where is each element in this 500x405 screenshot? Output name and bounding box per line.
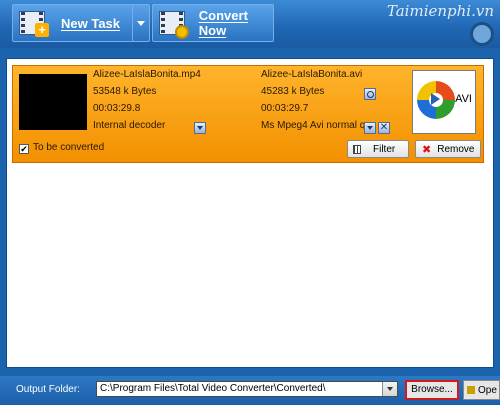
new-task-label: New Task (61, 15, 121, 31)
output-folder-field[interactable]: C:\Program Files\Total Video Converter\C… (96, 381, 398, 397)
task-list-panel: Alizee-LaIslaBonita.mp4 53548 k Bytes 00… (6, 58, 494, 368)
source-size: 53548 k Bytes (93, 86, 157, 97)
chevron-down-icon (137, 20, 145, 26)
profile-dropdown-button[interactable] (364, 122, 376, 134)
convert-icon (159, 9, 189, 39)
settings-button[interactable]: ✕ (378, 122, 390, 134)
open-folder-button[interactable]: Ope (463, 380, 500, 400)
toolbar: + New Task Convert Now Taimienphi.vn (0, 0, 500, 48)
film-reel-icon (470, 22, 494, 46)
output-filename: Alizee-LaIslaBonita.avi (261, 69, 363, 80)
source-filename: Alizee-LaIslaBonita.mp4 (93, 69, 201, 80)
filter-button[interactable]: Filter (347, 140, 409, 158)
task-item[interactable]: Alizee-LaIslaBonita.mp4 53548 k Bytes 00… (12, 65, 484, 163)
output-folder-path: C:\Program Files\Total Video Converter\C… (100, 383, 326, 394)
remove-button[interactable]: ✖ Remove (415, 140, 481, 158)
decoder-dropdown-button[interactable] (194, 122, 206, 134)
source-duration: 00:03:29.8 (93, 103, 141, 114)
output-size: 45283 k Bytes (261, 86, 325, 97)
to-be-converted-checkbox[interactable]: ✔ (19, 144, 29, 154)
output-duration: 00:03:29.7 (261, 103, 309, 114)
filter-label: Filter (373, 143, 396, 155)
close-icon: ✖ (422, 143, 432, 156)
new-task-button[interactable]: + New Task (12, 4, 134, 42)
source-decoder: Internal decoder (93, 120, 166, 131)
output-folder-label: Output Folder: (16, 384, 80, 395)
chevron-down-icon (367, 126, 373, 130)
source-info: Alizee-LaIslaBonita.mp4 53548 k Bytes 00… (93, 66, 203, 134)
browse-button[interactable]: Browse... (405, 380, 459, 400)
filter-icon (353, 144, 361, 154)
new-task-dropdown-button[interactable] (132, 4, 150, 42)
format-label: AVI (455, 93, 472, 105)
bottom-bar: Output Folder: C:\Program Files\Total Vi… (0, 376, 500, 405)
new-task-icon: + (19, 9, 49, 37)
watermark-text: Taimienphi.vn (386, 2, 494, 20)
search-icon (366, 90, 374, 98)
chevron-down-icon (197, 126, 203, 130)
browse-label: Browse... (411, 384, 453, 395)
output-format-icon[interactable]: AVI (412, 70, 476, 134)
play-icon (431, 93, 440, 105)
output-info: Alizee-LaIslaBonita.avi 45283 k Bytes 00… (261, 66, 371, 134)
video-thumbnail (19, 74, 87, 130)
wrench-icon: ✕ (379, 122, 389, 133)
output-folder-dropdown[interactable] (382, 382, 397, 396)
folder-icon (467, 386, 475, 394)
to-be-converted-label: To be converted (33, 142, 105, 153)
chevron-down-icon (387, 387, 393, 391)
open-label: Ope (478, 384, 497, 396)
search-button[interactable] (364, 88, 376, 100)
convert-now-label: Convert Now (198, 8, 248, 38)
remove-label: Remove (437, 143, 475, 155)
convert-now-button[interactable]: Convert Now (152, 4, 274, 42)
output-profile: Ms Mpeg4 Avi normal q (261, 120, 366, 131)
